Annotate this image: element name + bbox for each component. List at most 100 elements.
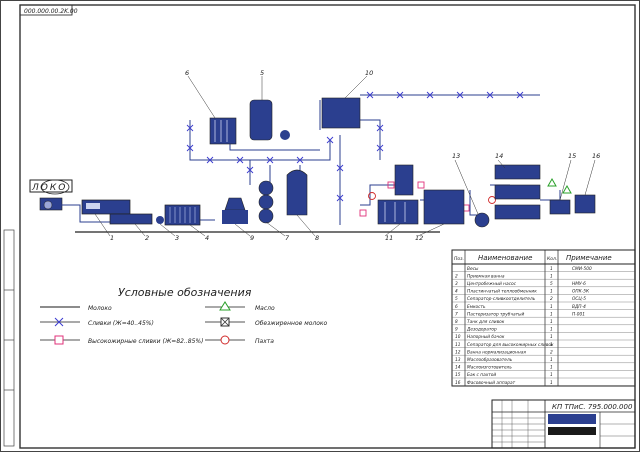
table-cell-qty: 1 — [550, 273, 553, 279]
legend-title: Условные обозначения — [118, 286, 252, 299]
table-cell-name: Пластинчатый теплообменник — [467, 289, 537, 295]
callout: 5 — [260, 69, 264, 77]
callout: 3 — [175, 234, 179, 242]
callout: 16 — [592, 152, 600, 160]
callout: 4 — [205, 234, 209, 242]
locomotive-label: ЛОКО — [31, 183, 67, 193]
table-cell-qty: 1 — [550, 365, 553, 371]
pipelines — [60, 94, 561, 225]
binding-strip — [3, 229, 15, 447]
table-header: Примечание — [566, 254, 612, 262]
cream-tank-top — [249, 99, 273, 141]
table-header: Поз. — [454, 256, 464, 262]
table-cell-qty: 1 — [550, 289, 553, 295]
table-cell-pos: 11 — [455, 342, 461, 348]
table-cell-pos: 13 — [455, 357, 461, 363]
callout: 7 — [285, 234, 290, 242]
table-cell-note: ОСЦ-5 — [572, 296, 586, 302]
table-cell-qty: 5 — [550, 281, 553, 287]
table-cell-qty: 1 — [550, 327, 553, 333]
callout: 1 — [110, 234, 114, 242]
table-cell-name: Сепаратор-сливкоотделитель — [467, 296, 536, 302]
table-cell-name: Емкость — [467, 304, 486, 310]
table-header: Наименование — [478, 254, 532, 262]
legend: Условные обозначения Молоко Сливки (Ж=40… — [40, 286, 328, 345]
table-cell-pos: 9 — [455, 327, 458, 333]
table-cell-name: Танк для сливок — [467, 319, 505, 325]
table-cell-pos: 16 — [455, 380, 461, 386]
doc-number: КП ТПиС. 795.000.000 — [552, 403, 633, 411]
table-cell-qty: 1 — [550, 334, 553, 340]
callout: 13 — [452, 152, 460, 160]
pasteurizer — [258, 180, 274, 224]
table-cell-pos: 5 — [455, 296, 458, 302]
receiving-bath — [109, 213, 153, 225]
table-cell-qty: 1 — [550, 357, 553, 363]
legend-label: Обезжиренное молоко — [255, 320, 328, 327]
table-cell-note: ОПК-5К — [572, 289, 590, 295]
equipment — [81, 97, 596, 228]
callout: 8 — [315, 234, 319, 242]
hf-separator — [377, 164, 419, 225]
table-cell-name: Пастеризатор трубчатый — [467, 311, 525, 317]
table-cell-pos: 15 — [455, 372, 461, 378]
table-cell-qty: 1 — [550, 304, 553, 310]
spec-table: Поз. Наименование Кол. Примечание Весы 1 С… — [451, 249, 636, 387]
table-cell-qty: 1 — [550, 266, 553, 272]
table-cell-name: Маслоизготовитель — [467, 365, 512, 371]
legend-label: Высокожирные сливки (Ж=82..85%) — [88, 338, 203, 345]
table-cell-name: Приемная ванна — [467, 273, 505, 279]
callout: 15 — [568, 152, 576, 160]
table-cell-qty: 1 — [550, 342, 553, 348]
table-cell-name: Центробежный насос — [467, 281, 517, 287]
table-cell-qty: 1 — [550, 319, 553, 325]
table-cell-pos: 7 — [455, 311, 458, 317]
callout: 6 — [185, 69, 189, 77]
table-cell-name: Сепаратор для высокожирных сливок — [467, 342, 554, 348]
table-cell-note: СМИ-500 — [572, 266, 592, 272]
table-cell-pos: 2 — [455, 273, 458, 279]
butter-former — [474, 212, 490, 228]
legend-label: Сливки (Ж=40..45%) — [88, 320, 154, 327]
table-cell-qty: 1 — [550, 380, 553, 386]
table-cell-name: Дезодоратор — [466, 327, 497, 333]
legend-label: Молоко — [88, 305, 112, 312]
sheet-outer-border — [0, 0, 640, 452]
packing-machine — [574, 194, 596, 214]
cream-tank — [286, 169, 308, 216]
callout: 9 — [250, 234, 254, 242]
table-cell-pos: 6 — [455, 304, 458, 310]
table-header: Кол. — [547, 256, 557, 262]
table-cell-note: П-001 — [572, 311, 585, 317]
normalization-bath — [423, 189, 465, 225]
table-cell-qty: 1 — [550, 372, 553, 378]
buttermilk-tank — [549, 199, 571, 215]
table-cell-qty: 1 — [550, 311, 553, 317]
process-flow-drawing: 000.000.00.2K.00 ЛОКО 1 2 3 4 5 6 7 8 9 … — [0, 0, 640, 452]
callout: 10 — [365, 69, 373, 77]
table-cell-pos: 8 — [455, 319, 458, 325]
stamp-code: 000.000.00.2K.00 — [24, 8, 78, 15]
head-tank — [321, 97, 361, 129]
sheet-inner-frame — [19, 4, 636, 449]
table-cell-name: Весы — [467, 266, 479, 272]
legend-label: Пахта — [255, 338, 274, 345]
separator-lower — [224, 197, 246, 211]
vessel-6 — [209, 117, 237, 145]
table-cell-qty: 2 — [550, 296, 553, 302]
table-cell-pos: 3 — [455, 281, 458, 287]
table-cell-pos: 4 — [455, 289, 458, 295]
table-cell-name: Напорный бачок — [467, 334, 505, 340]
table-cell-name: Фасовочный аппарат — [467, 380, 516, 386]
butter-churn — [494, 164, 541, 220]
table-cell-note: НМУ-6 — [572, 281, 586, 287]
legend-label: Масло — [255, 305, 275, 312]
callout: 14 — [495, 152, 503, 160]
table-cell-pos: 14 — [455, 365, 461, 371]
table-cell-name: Ванна нормализационная — [467, 349, 526, 355]
table-cell-pos: 12 — [455, 349, 461, 355]
table-cell-name: Бак с пахтой — [467, 372, 496, 378]
table-cell-name: Маслообразователь — [467, 357, 513, 363]
table-cell-note: ВДП-4 — [572, 304, 586, 310]
table-cell-pos: 10 — [455, 334, 461, 340]
